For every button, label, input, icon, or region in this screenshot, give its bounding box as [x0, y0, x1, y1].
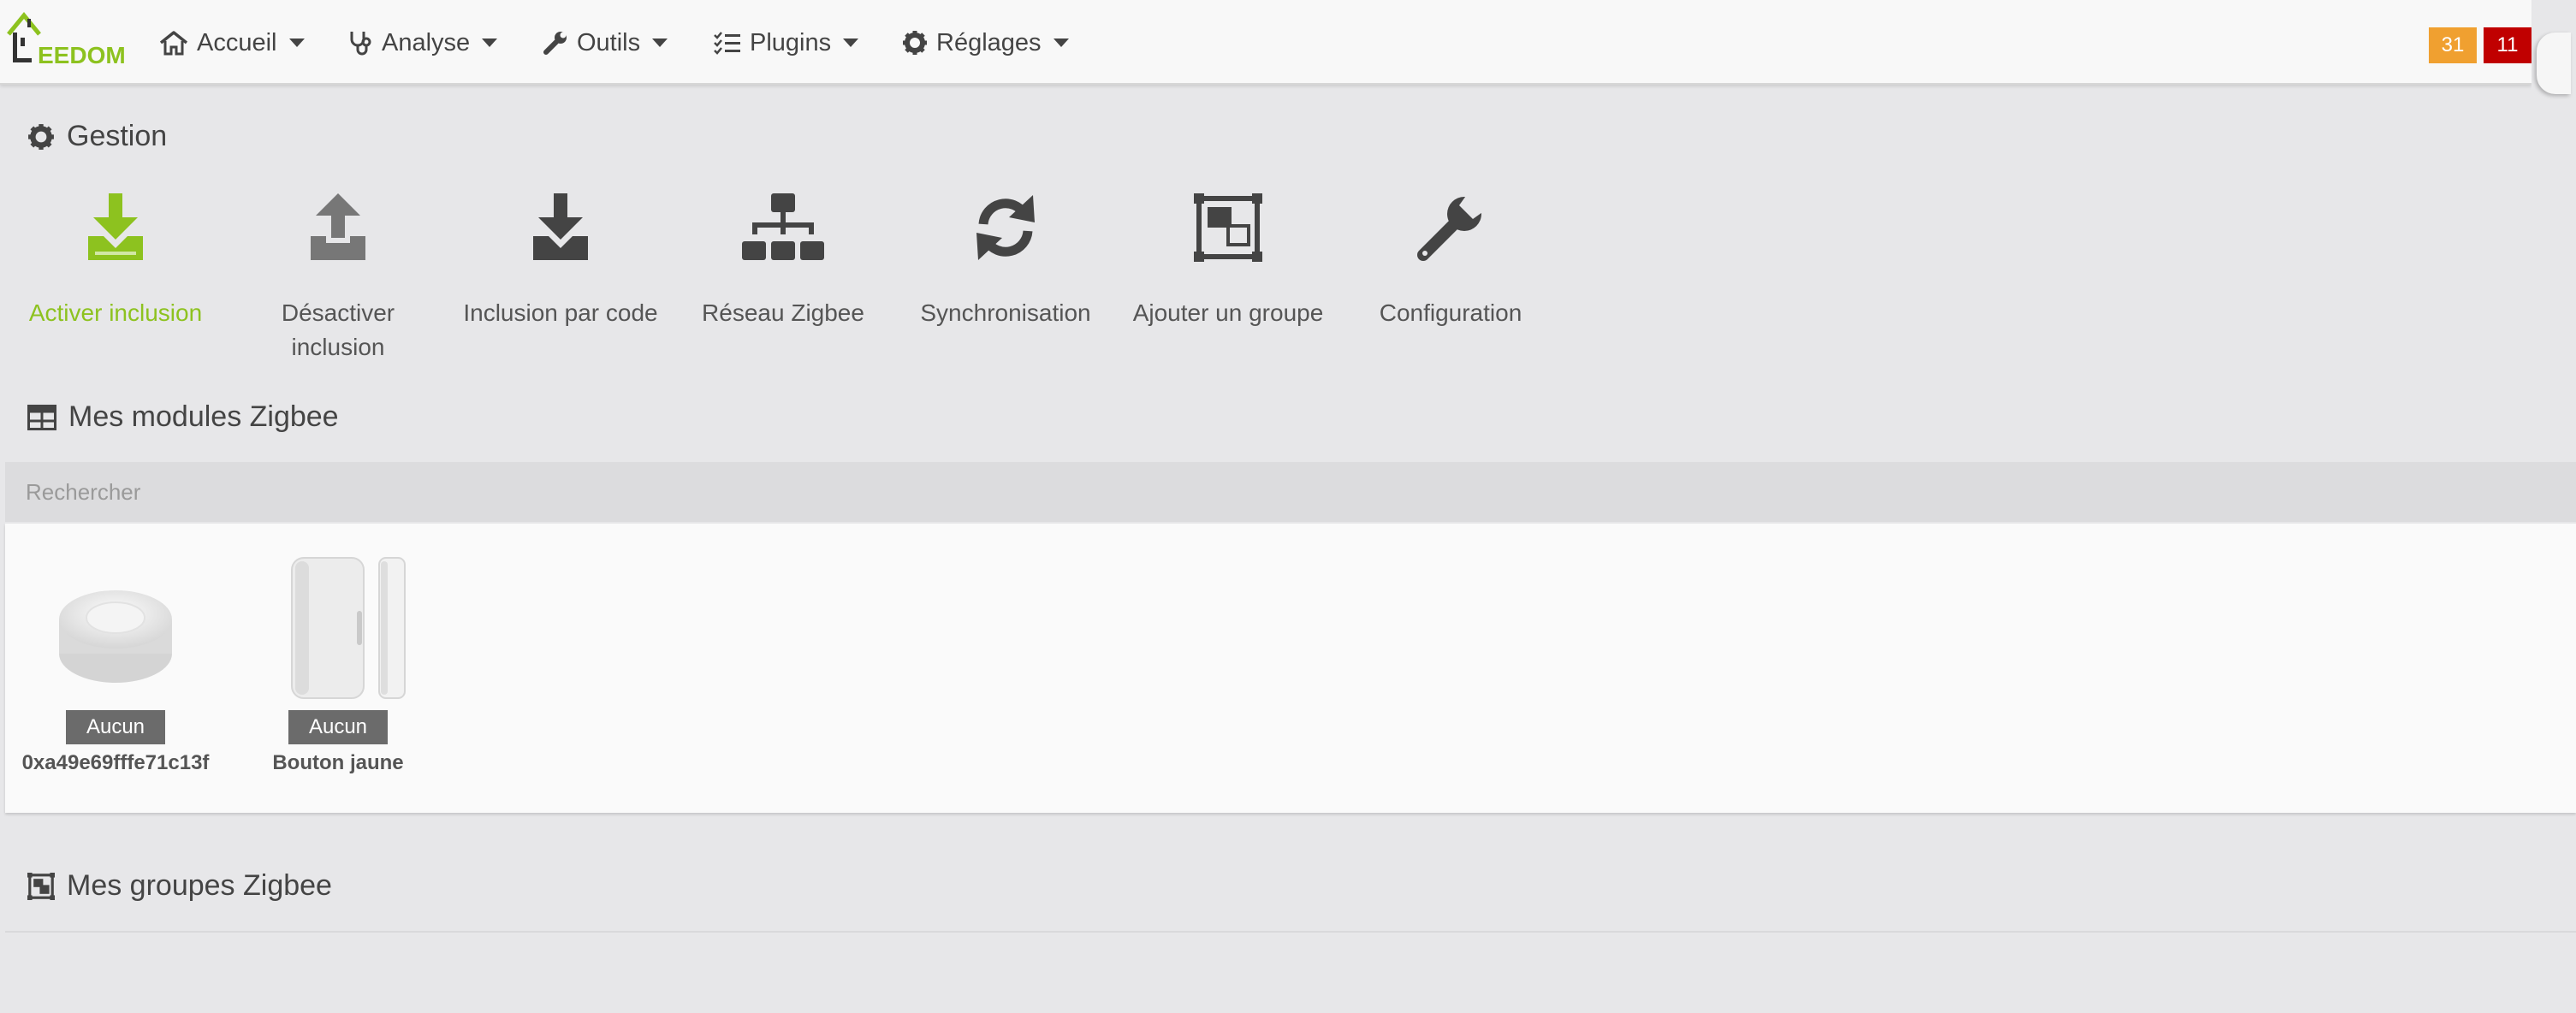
modules-section-title: Mes modules Zigbee	[27, 400, 339, 434]
side-panel-handle[interactable]	[2537, 33, 2571, 94]
sitemap-icon	[742, 193, 824, 260]
tasks-icon	[714, 32, 740, 55]
gestion-title-text: Gestion	[67, 120, 168, 152]
nav-plugins-label: Plugins	[750, 28, 832, 56]
table-icon	[27, 404, 56, 430]
download-icon	[88, 193, 143, 260]
wrench-icon	[543, 32, 567, 55]
wrench-icon	[1417, 193, 1485, 261]
nav-analyse[interactable]: Analyse	[347, 26, 498, 60]
gestion-section-title: Gestion	[27, 120, 167, 153]
top-navbar: EEDOM Accueil Analyse Outils Plugins Rég…	[0, 0, 2531, 85]
message-count-badge[interactable]: 31	[2429, 27, 2477, 63]
desactiver-inclusion-label: Désactiver inclusion	[281, 299, 395, 360]
search-input[interactable]	[5, 462, 2576, 522]
groups-section-title: Mes groupes Zigbee	[27, 869, 332, 903]
alert-count-badge[interactable]: 11	[2484, 27, 2531, 63]
ajouter-groupe-label: Ajouter un groupe	[1132, 299, 1324, 326]
modules-title-text: Mes modules Zigbee	[68, 400, 339, 433]
upload-icon	[311, 193, 365, 260]
sync-icon	[976, 195, 1035, 260]
nav-accueil-label: Accueil	[197, 28, 277, 56]
desactiver-inclusion-button[interactable]: Désactiver inclusion	[235, 181, 441, 364]
synchronisation-button[interactable]: Synchronisation	[903, 181, 1108, 330]
home-icon	[159, 31, 188, 56]
round-button-image	[39, 551, 193, 705]
configuration-label: Configuration	[1379, 299, 1522, 326]
nav-reglages[interactable]: Réglages	[902, 26, 1069, 60]
module-card[interactable]: Aucun Bouton jaune	[235, 551, 441, 775]
group-object-icon	[27, 872, 55, 900]
nav-outils-label: Outils	[577, 28, 641, 56]
group-object-icon	[1194, 193, 1262, 262]
nav-outils[interactable]: Outils	[543, 26, 668, 60]
module-name: 0xa49e69fffe71c13f	[21, 751, 210, 774]
module-object-badge: Aucun	[65, 710, 166, 744]
inclusion-par-code-label: Inclusion par code	[463, 299, 658, 326]
nav-analyse-label: Analyse	[382, 28, 471, 56]
groups-title-text: Mes groupes Zigbee	[67, 869, 332, 902]
reseau-zigbee-button[interactable]: Réseau Zigbee	[680, 181, 886, 330]
download-icon	[533, 193, 588, 260]
chevron-down-icon	[843, 39, 859, 47]
chevron-down-icon	[1053, 39, 1069, 47]
nav-accueil[interactable]: Accueil	[159, 26, 305, 60]
module-name: Bouton jaune	[272, 751, 404, 774]
gear-icon	[903, 31, 927, 55]
configuration-button[interactable]: Configuration	[1348, 181, 1553, 330]
gear-icon	[28, 123, 54, 150]
door-sensor-image	[261, 551, 415, 705]
logo-text: EEDOM	[38, 42, 125, 68]
chevron-down-icon	[288, 39, 305, 47]
nav-plugins[interactable]: Plugins	[714, 26, 859, 60]
groups-divider	[5, 931, 2576, 933]
chevron-down-icon	[482, 39, 498, 47]
activer-inclusion-button[interactable]: Activer inclusion	[13, 181, 218, 330]
module-card[interactable]: Aucun 0xa49e69fffe71c13f	[13, 551, 218, 775]
modules-panel: Aucun 0xa49e69fffe71c13f Aucun Bouton ja…	[5, 524, 2576, 813]
inclusion-par-code-button[interactable]: Inclusion par code	[458, 181, 663, 330]
synchronisation-label: Synchronisation	[920, 299, 1091, 326]
chevron-down-icon	[652, 39, 668, 47]
nav-reglages-label: Réglages	[936, 28, 1042, 56]
module-object-badge: Aucun	[288, 710, 389, 744]
jeedom-logo[interactable]: EEDOM	[5, 9, 126, 70]
activer-inclusion-label: Activer inclusion	[28, 299, 203, 326]
ajouter-groupe-button[interactable]: Ajouter un groupe	[1125, 181, 1331, 330]
stethoscope-icon	[350, 32, 371, 56]
reseau-zigbee-label: Réseau Zigbee	[702, 299, 864, 326]
